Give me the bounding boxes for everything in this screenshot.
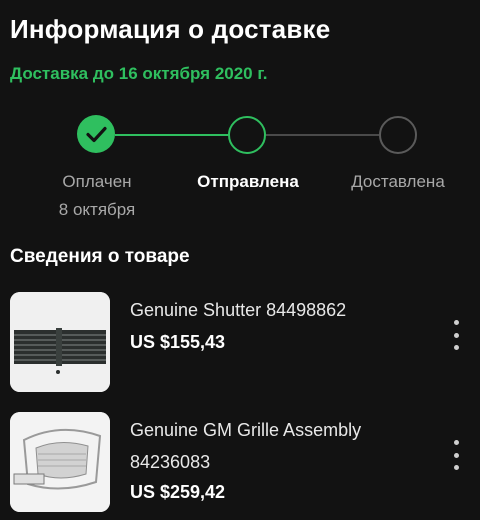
product-name[interactable]: Genuine Shutter 84498862 [130,294,400,326]
shutter-thumbnail[interactable] [10,292,110,392]
items-section-title: Сведения о товаре [10,246,190,267]
check-icon [86,126,107,143]
grille-thumbnail[interactable] [10,412,110,512]
step-paid-date: 8 октября [58,200,136,219]
product-price: US $259,42 [130,482,226,502]
step-paid-label: Оплачен [62,172,132,191]
step-shipped-node [228,116,266,154]
step-shipped-label: Отправлена [197,172,299,191]
step-delivered-label: Доставлена [351,172,445,191]
more-vertical-icon[interactable] [446,320,466,350]
product-price: US $155,43 [130,332,226,352]
more-vertical-icon[interactable] [446,440,466,470]
page-title: Информация о доставке [10,14,331,44]
progress-line-pending [266,134,379,136]
delivery-estimate: Доставка до 16 октября 2020 г. [10,64,268,83]
list-item[interactable]: Genuine Shutter 84498862 US $155,43 [0,290,480,392]
step-paid-node [77,115,115,153]
progress-line-completed [115,134,228,136]
product-name[interactable]: Genuine GM Grille Assembly 84236083 [130,414,400,478]
step-delivered-node [379,116,417,154]
shipment-tracker: Оплачен Отправлена Доставлена 8 октября [0,112,480,222]
list-item[interactable]: Genuine GM Grille Assembly 84236083 US $… [0,410,480,520]
